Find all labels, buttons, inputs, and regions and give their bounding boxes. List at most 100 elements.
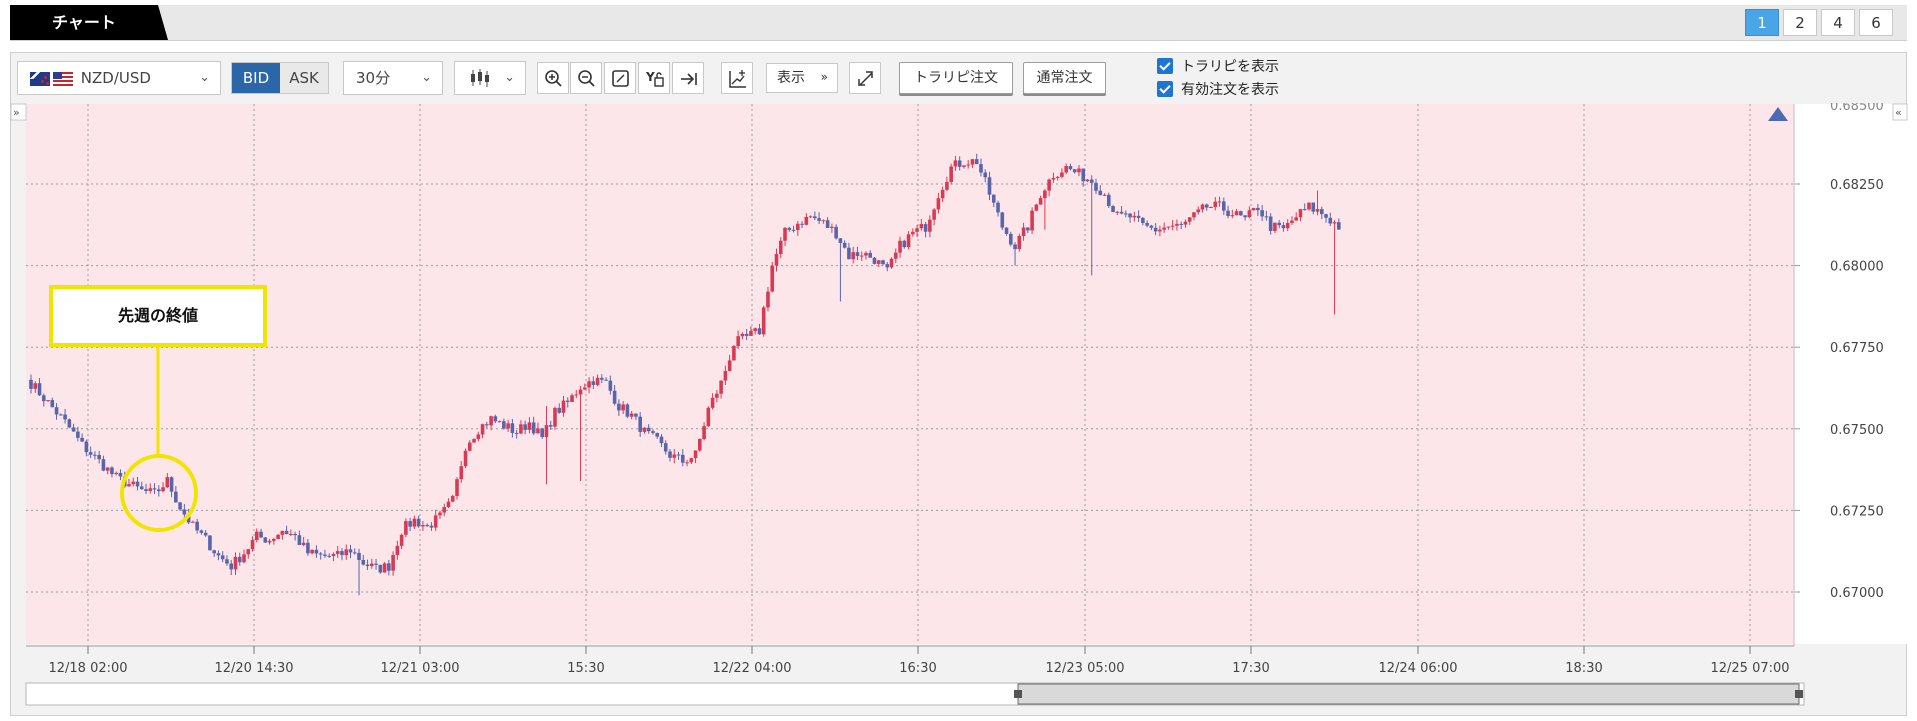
candle-body — [1268, 216, 1273, 231]
candle-body — [1153, 227, 1158, 232]
candle-body — [1136, 215, 1141, 218]
candle-body — [1145, 222, 1149, 226]
candle-body — [1277, 222, 1281, 226]
candle-body — [646, 427, 651, 432]
candle-body — [710, 397, 715, 408]
y-tick-label: 0.67250 — [1830, 504, 1884, 519]
candle-body — [29, 379, 33, 389]
candle-body — [110, 467, 114, 475]
candle-body — [208, 535, 212, 551]
candle-body — [1106, 194, 1111, 207]
candle-body — [212, 550, 216, 554]
candle-body — [604, 379, 608, 381]
candle-body — [595, 377, 600, 385]
candle-body — [736, 336, 740, 347]
candle-body — [625, 404, 630, 417]
candle-body — [1251, 207, 1256, 211]
candle-body — [851, 252, 855, 260]
candle-body — [987, 177, 992, 195]
candle-body — [1089, 179, 1094, 183]
candle-body — [519, 424, 523, 434]
candle-body — [621, 404, 625, 411]
candle-body — [33, 383, 38, 389]
candle-body — [1085, 179, 1090, 182]
candle-body — [536, 428, 540, 434]
candle-body — [416, 518, 421, 527]
candle-body — [169, 477, 174, 492]
candle-body — [1072, 169, 1077, 173]
candle-body — [510, 423, 515, 433]
x-tick-label: 12/18 02:00 — [48, 661, 127, 676]
candlestick-chart[interactable]: 0.67000 0.67250 0.67500 0.67750 0.68000 0.682… — [0, 0, 1917, 721]
candle-body — [182, 509, 187, 515]
x-tick-label: 12/20 14:30 — [214, 661, 293, 676]
candle-body — [732, 346, 736, 361]
candle-body — [41, 395, 46, 402]
candle-body — [813, 216, 817, 219]
candle-body — [463, 450, 468, 467]
candle-body — [804, 216, 809, 225]
y-tick-label-clipped: 0.68500 — [1830, 99, 1884, 114]
candle-body — [344, 549, 349, 556]
candle-body — [1328, 217, 1333, 224]
candle-body — [638, 416, 642, 432]
candle-body — [331, 553, 336, 557]
candle-body — [306, 542, 310, 554]
candle-body — [485, 424, 489, 426]
candle-body — [272, 538, 276, 541]
candle-body — [378, 564, 383, 573]
navigator-left-handle[interactable] — [1014, 690, 1022, 698]
candle-body — [1055, 176, 1060, 178]
candle-body — [1149, 225, 1154, 228]
candle-body — [830, 226, 834, 229]
candle-body — [928, 219, 932, 232]
candle-body — [220, 555, 225, 560]
candle-body — [318, 553, 323, 555]
candle-body — [335, 551, 340, 554]
candle-body — [502, 421, 506, 429]
candle-body — [1273, 222, 1277, 231]
double-chevron-left-icon: « — [1895, 106, 1902, 119]
navigator-range-window[interactable] — [1017, 683, 1800, 705]
x-tick-label: 12/23 05:00 — [1045, 661, 1124, 676]
candle-body — [71, 427, 76, 432]
candle-body — [67, 419, 72, 428]
candle-body — [395, 545, 400, 555]
y-tick-label: 0.68250 — [1830, 178, 1884, 193]
candle-body — [280, 530, 285, 535]
candle-body — [327, 555, 331, 557]
candle-body — [412, 518, 417, 527]
candle-body — [783, 227, 787, 241]
candle-body — [105, 467, 110, 471]
candle-body — [1051, 177, 1056, 180]
candle-body — [63, 414, 67, 420]
candle-body — [834, 226, 838, 239]
candle-body — [847, 247, 851, 260]
candle-body — [1111, 206, 1115, 213]
candle-body — [1128, 213, 1132, 218]
candle-body — [493, 416, 498, 422]
candle-body — [165, 477, 170, 488]
y-tick-label: 0.67750 — [1830, 341, 1884, 356]
candle-body — [1311, 202, 1316, 212]
candle-body — [1290, 220, 1294, 223]
candle-body — [1324, 214, 1328, 218]
candle-body — [889, 258, 894, 268]
candle-body — [476, 434, 481, 440]
candle-body — [489, 416, 493, 426]
candle-body — [727, 360, 732, 371]
candle-body — [301, 542, 306, 545]
candle-body — [1098, 190, 1103, 196]
candle-body — [50, 400, 55, 408]
candle-body — [1204, 204, 1209, 208]
candle-body — [787, 227, 792, 230]
candle-body — [749, 330, 753, 336]
candle-body — [915, 228, 919, 232]
candle-body — [1038, 198, 1043, 205]
candle-body — [855, 252, 860, 257]
candle-body — [357, 552, 361, 560]
candle-body — [93, 454, 97, 456]
navigator-right-handle[interactable] — [1795, 690, 1803, 698]
candle-body — [1217, 201, 1222, 203]
candle-body — [548, 425, 553, 427]
